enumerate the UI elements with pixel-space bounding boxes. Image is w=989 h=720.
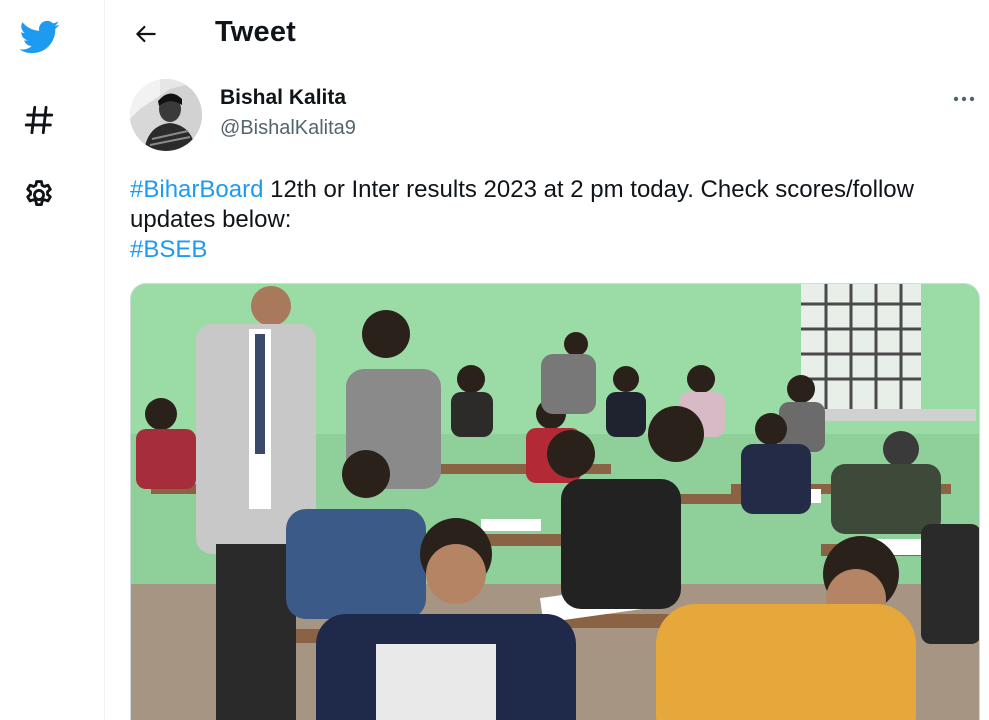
more-options-button[interactable] [944, 82, 984, 116]
left-nav-rail [0, 0, 105, 720]
avatar-photo [130, 79, 202, 151]
hashtag-link[interactable]: #BSEB [130, 236, 207, 263]
avatar[interactable] [130, 79, 202, 151]
exam-classroom-photo [131, 284, 979, 720]
tweet-text: #BiharBoard 12th or Inter results 2023 a… [130, 175, 950, 265]
hashtag-icon [24, 105, 54, 135]
back-button[interactable] [126, 14, 166, 54]
page-header: Tweet [106, 0, 989, 70]
twitter-bird-icon [19, 20, 60, 54]
ellipsis-icon [953, 96, 975, 102]
page-title: Tweet [215, 16, 297, 48]
twitter-logo-button[interactable] [14, 12, 64, 62]
tweet-detail-column: Tweet Bishal Kalita @BishalKalita9 #Biha… [106, 0, 989, 720]
tweet-media-photo[interactable] [130, 283, 980, 720]
author-handle[interactable]: @BishalKalita9 [220, 117, 356, 140]
settings-button[interactable] [14, 170, 64, 220]
arrow-left-icon [136, 25, 156, 43]
explore-button[interactable] [14, 95, 64, 145]
hashtag-link[interactable]: #BiharBoard [130, 176, 263, 203]
gear-icon [26, 180, 52, 207]
author-name[interactable]: Bishal Kalita [220, 86, 346, 110]
